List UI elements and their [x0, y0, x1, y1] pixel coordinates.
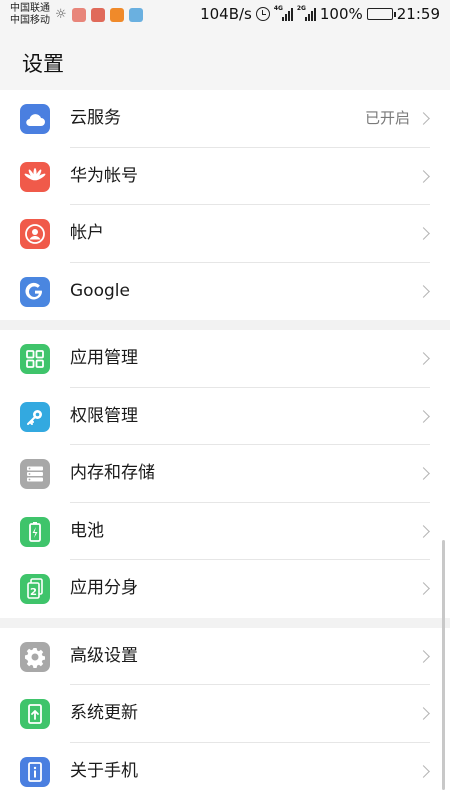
- signal-1-icon: 4G: [273, 5, 293, 21]
- alarm-icon: [255, 7, 270, 21]
- chevron-right-icon: [417, 649, 430, 663]
- update-icon: [20, 699, 50, 729]
- chevron-right-icon: [417, 582, 430, 595]
- settings-item-value: 已开启: [364, 109, 410, 127]
- settings-item-label: 系统更新: [70, 703, 138, 723]
- settings-item-label: 高级设置: [70, 645, 138, 666]
- chevron-right-icon: [417, 409, 430, 423]
- settings-item-cloud[interactable]: 云服务 已开启: [0, 90, 450, 148]
- settings-item-label: 关于手机: [70, 760, 138, 781]
- network-type-2: 2G: [296, 5, 306, 12]
- map-icon: [128, 7, 143, 22]
- google-icon: [20, 276, 50, 307]
- storage-icon: [20, 459, 50, 489]
- status-bar: 中国联通 中国移动 ☼ 104B/s 4G 2G 100% 21:59: [0, 0, 450, 30]
- settings-item-info[interactable]: 关于手机: [0, 743, 450, 800]
- key-icon: [20, 401, 50, 432]
- signal-2-icon: 2G: [296, 5, 316, 21]
- cloud-icon: [20, 104, 50, 134]
- chevron-right-icon: [417, 467, 430, 480]
- settings-item-apps[interactable]: 应用管理: [0, 330, 450, 388]
- gear-icon: [20, 641, 50, 672]
- settings-item-battery[interactable]: 电池: [0, 503, 450, 560]
- video-icon: [109, 7, 124, 22]
- settings-item-app-twin[interactable]: 2 应用分身: [0, 560, 450, 618]
- svg-text:2: 2: [30, 587, 37, 598]
- info-icon: [20, 756, 50, 787]
- carrier-1: 中国联通: [10, 3, 50, 14]
- weibo-icon: [90, 7, 105, 22]
- settings-item-label: 内存和存储: [70, 463, 155, 483]
- chevron-right-icon: [417, 284, 430, 298]
- apps-icon: [20, 344, 50, 374]
- chevron-right-icon: [417, 112, 430, 125]
- settings-item-storage[interactable]: 内存和存储: [0, 445, 450, 503]
- app-notification-icon: [71, 7, 86, 22]
- app-header: 设置: [0, 30, 450, 90]
- brightness-icon: ☼: [55, 7, 67, 22]
- settings-item-label: 华为帐号: [70, 165, 138, 186]
- settings-item-account[interactable]: 帐户: [0, 205, 450, 263]
- settings-item-label: 应用分身: [70, 578, 138, 598]
- app-twin-icon: 2: [20, 574, 50, 604]
- huawei-icon: [20, 161, 50, 192]
- status-right: 104B/s 4G 2G 100% 21:59: [200, 5, 440, 23]
- settings-item-label: 应用管理: [70, 348, 138, 368]
- network-type-1: 4G: [273, 5, 283, 12]
- settings-item-label: 帐户: [70, 223, 104, 243]
- settings-item-huawei[interactable]: 华为帐号: [0, 148, 450, 205]
- settings-group: 云服务 已开启华为帐号帐户 Google: [0, 90, 450, 320]
- scrollbar[interactable]: [442, 540, 445, 790]
- settings-item-key[interactable]: 权限管理: [0, 388, 450, 445]
- battery-status-icon: [366, 8, 396, 20]
- settings-group: 高级设置系统更新关于手机: [0, 627, 450, 800]
- settings-group: 应用管理权限管理内存和存储电池 2 应用分身: [0, 330, 450, 618]
- clock: 21:59: [396, 5, 440, 23]
- group-separator: [0, 320, 450, 330]
- chevron-right-icon: [417, 524, 430, 538]
- settings-item-label: 权限管理: [70, 405, 138, 426]
- page-title: 设置: [22, 52, 64, 76]
- chevron-right-icon: [417, 707, 430, 720]
- carrier-info: 中国联通 中国移动: [10, 3, 50, 27]
- network-speed: 104B/s: [200, 5, 252, 23]
- carrier-2: 中国移动: [10, 15, 50, 26]
- group-separator: [0, 617, 450, 628]
- settings-item-label: 云服务: [70, 108, 121, 128]
- settings-item-update[interactable]: 系统更新: [0, 685, 450, 743]
- chevron-right-icon: [417, 764, 430, 778]
- battery-icon: [20, 516, 50, 547]
- chevron-right-icon: [417, 169, 430, 183]
- settings-item-gear[interactable]: 高级设置: [0, 628, 450, 685]
- chevron-right-icon: [417, 227, 430, 240]
- battery-percent: 100%: [319, 5, 363, 23]
- settings-item-label: Google: [70, 280, 130, 301]
- account-icon: [20, 219, 50, 249]
- notification-icons: ☼: [55, 7, 143, 22]
- settings-item-google[interactable]: Google: [0, 263, 450, 321]
- chevron-right-icon: [417, 352, 430, 365]
- settings-list: 云服务 已开启华为帐号帐户 Google 应用管理权限管理内存和存储电池 2 应用分身高级…: [0, 90, 450, 800]
- settings-item-label: 电池: [70, 520, 104, 541]
